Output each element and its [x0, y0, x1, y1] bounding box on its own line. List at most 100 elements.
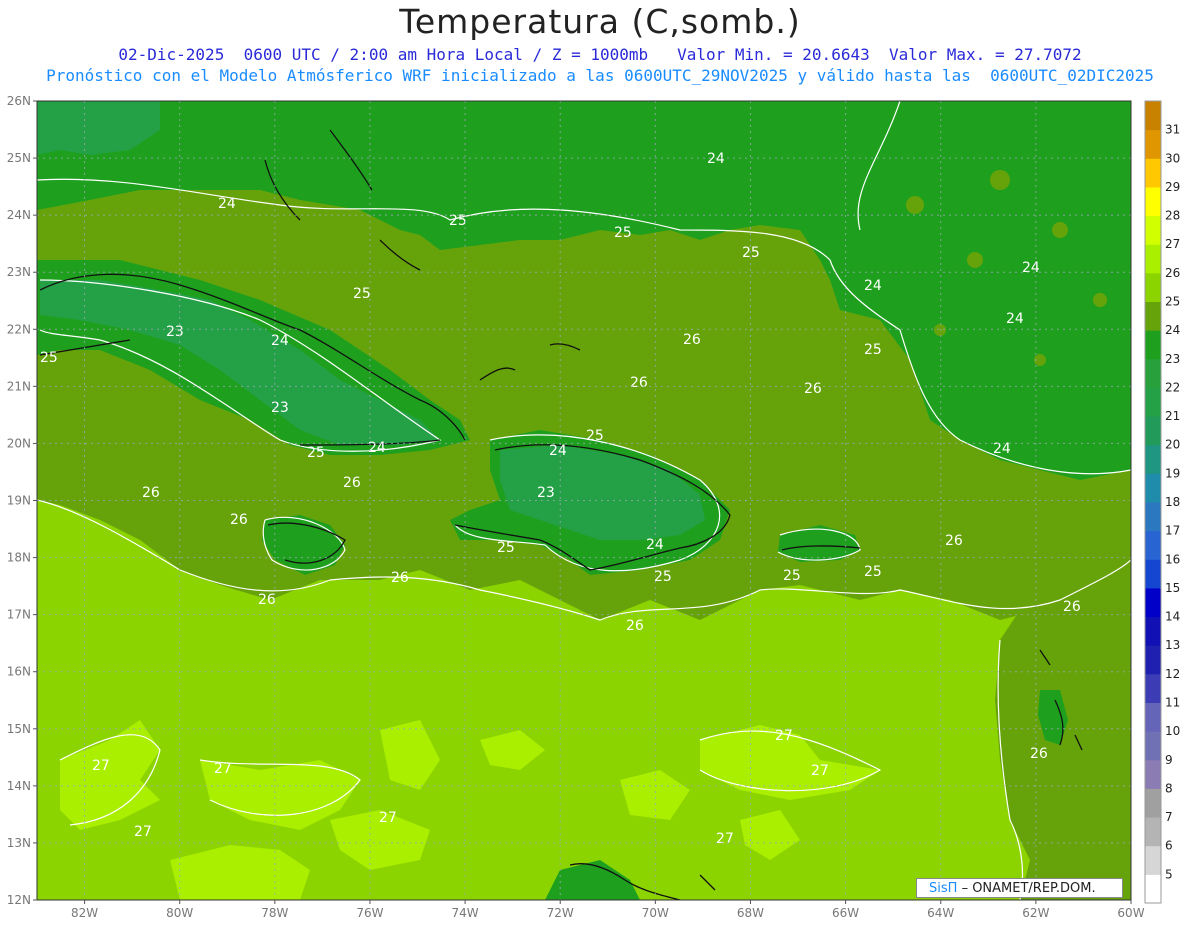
lon-axis: 82W 80W 78W 76W 74W 72W 70W 68W 66W 64W 62W 60W: [71, 900, 1145, 920]
colorbar-label: 22: [1165, 380, 1180, 394]
lon-tick-label: 64W: [927, 906, 954, 920]
contour-label: 26: [391, 570, 409, 586]
colorbar-swatch: [1145, 702, 1161, 732]
lat-tick-label: 25N: [7, 151, 31, 165]
colorbar-swatch: [1145, 444, 1161, 474]
contour-label: 25: [864, 564, 882, 580]
lon-tick-label: 60W: [1117, 906, 1144, 920]
colorbar-swatch: [1145, 129, 1161, 159]
contour-label: 23: [537, 485, 555, 501]
temperature-map: 24 24 25 25 25 25 24 24 24 25 23 24 26 2…: [7, 94, 1181, 920]
colorbar-swatch: [1145, 731, 1161, 761]
contour-label: 24: [1006, 311, 1024, 327]
colorbar-swatch: [1145, 788, 1161, 818]
colorbar-label: 27: [1165, 237, 1180, 251]
colorbar-swatch: [1145, 215, 1161, 245]
colorbar-swatch: [1145, 817, 1161, 847]
contour-label: 25: [864, 342, 882, 358]
colorbar-swatch: [1145, 186, 1161, 217]
lat-tick-label: 17N: [7, 608, 31, 622]
colorbar-label: 8: [1165, 781, 1173, 795]
colorbar-swatch: [1145, 759, 1161, 789]
brand-logo: SisΠ: [929, 881, 958, 896]
colorbar-label: 17: [1165, 524, 1180, 538]
colorbar-swatch: [1145, 502, 1161, 532]
contour-label: 26: [1030, 746, 1048, 762]
contour-label: 24: [218, 196, 236, 212]
colorbar-swatch: [1145, 330, 1161, 360]
colorbar-swatch: [1145, 845, 1161, 875]
lat-tick-label: 26N: [7, 94, 31, 108]
contour-label: 26: [343, 475, 361, 491]
lon-tick-label: 66W: [832, 906, 859, 920]
colorbar-swatch: [1145, 358, 1161, 388]
lon-tick-label: 80W: [166, 906, 193, 920]
contour-label: 25: [586, 428, 604, 444]
colorbar-swatch: [1145, 272, 1161, 302]
colorbar-label: 20: [1165, 438, 1180, 452]
lat-tick-label: 18N: [7, 551, 31, 565]
contour-label: 26: [1063, 599, 1081, 615]
contour-label: 24: [271, 333, 289, 349]
colorbar-swatch: [1145, 616, 1161, 646]
credit-text: – ONAMET/REP.DOM.: [961, 881, 1096, 896]
contour-label: 26: [258, 592, 276, 608]
lat-tick-label: 13N: [7, 836, 31, 850]
colorbar-label: 30: [1165, 151, 1180, 165]
lat-tick-label: 15N: [7, 722, 31, 736]
colorbar-label: 6: [1165, 839, 1173, 853]
colorbar-label: 18: [1165, 495, 1180, 509]
lat-tick-label: 19N: [7, 494, 31, 508]
contour-label: 25: [614, 225, 632, 241]
lat-tick-label: 24N: [7, 208, 31, 222]
colorbar-swatch: [1145, 301, 1161, 331]
colorbar-label: 12: [1165, 667, 1180, 681]
colorbar-swatch: [1145, 673, 1161, 703]
contour-label: 27: [379, 810, 397, 826]
colorbar-swatch: [1145, 387, 1161, 417]
lat-tick-label: 14N: [7, 779, 31, 793]
contour-label: 26: [683, 332, 701, 348]
colorbar-label: 15: [1165, 581, 1180, 595]
lat-tick-label: 22N: [7, 322, 31, 336]
contour-label: 27: [811, 763, 829, 779]
colorbar-label: 9: [1165, 753, 1173, 767]
credit-box: SisΠ – ONAMET/REP.DOM.: [916, 878, 1123, 898]
contour-label: 27: [92, 758, 110, 774]
colorbar-swatch: [1145, 158, 1161, 188]
lon-tick-label: 78W: [261, 906, 288, 920]
colorbar-label: 14: [1165, 610, 1180, 624]
contour-label: 24: [368, 440, 386, 456]
contour-label: 26: [804, 381, 822, 397]
colorbar-label: 19: [1165, 466, 1180, 480]
colorbar-label: 11: [1165, 696, 1180, 710]
colorbar-swatch: [1145, 645, 1161, 675]
lat-tick-label: 16N: [7, 665, 31, 679]
lat-tick-label: 23N: [7, 265, 31, 279]
contour-label: 26: [626, 618, 644, 634]
contour-label: 23: [271, 400, 289, 416]
colorbar-label: 23: [1165, 352, 1180, 366]
colorbar-swatch: [1145, 874, 1161, 904]
colorbar-label: 25: [1165, 295, 1180, 309]
contour-label: 27: [134, 824, 152, 840]
lon-tick-label: 68W: [737, 906, 764, 920]
contour-label: 27: [716, 831, 734, 847]
contour-label: 23: [166, 324, 184, 340]
temperature-field: 24 24 25 25 25 25 24 24 24 25 23 24 26 2…: [37, 101, 1131, 900]
lat-tick-label: 12N: [7, 893, 31, 907]
contour-label: 24: [864, 278, 882, 294]
lon-tick-label: 82W: [71, 906, 98, 920]
colorbar-swatch: [1145, 473, 1161, 503]
colorbar-label: 5: [1165, 867, 1173, 881]
colorbar-label: 28: [1165, 209, 1180, 223]
lon-tick-label: 74W: [452, 906, 479, 920]
contour-label: 26: [230, 512, 248, 528]
lat-tick-label: 20N: [7, 436, 31, 450]
colorbar-label: 10: [1165, 724, 1180, 738]
colorbar-label: 29: [1165, 180, 1180, 194]
colorbar: 5 6 7 8 9 10 11 12 13 14 15 16 17 18 19 20 21 22 23 24 25 26 2…: [1144, 100, 1180, 904]
lat-axis: 26N 25N 24N 23N 22N 21N 20N 19N 18N 17N 16N 15N 14N 1…: [7, 94, 37, 907]
lon-tick-label: 76W: [356, 906, 383, 920]
contour-label: 25: [307, 445, 325, 461]
